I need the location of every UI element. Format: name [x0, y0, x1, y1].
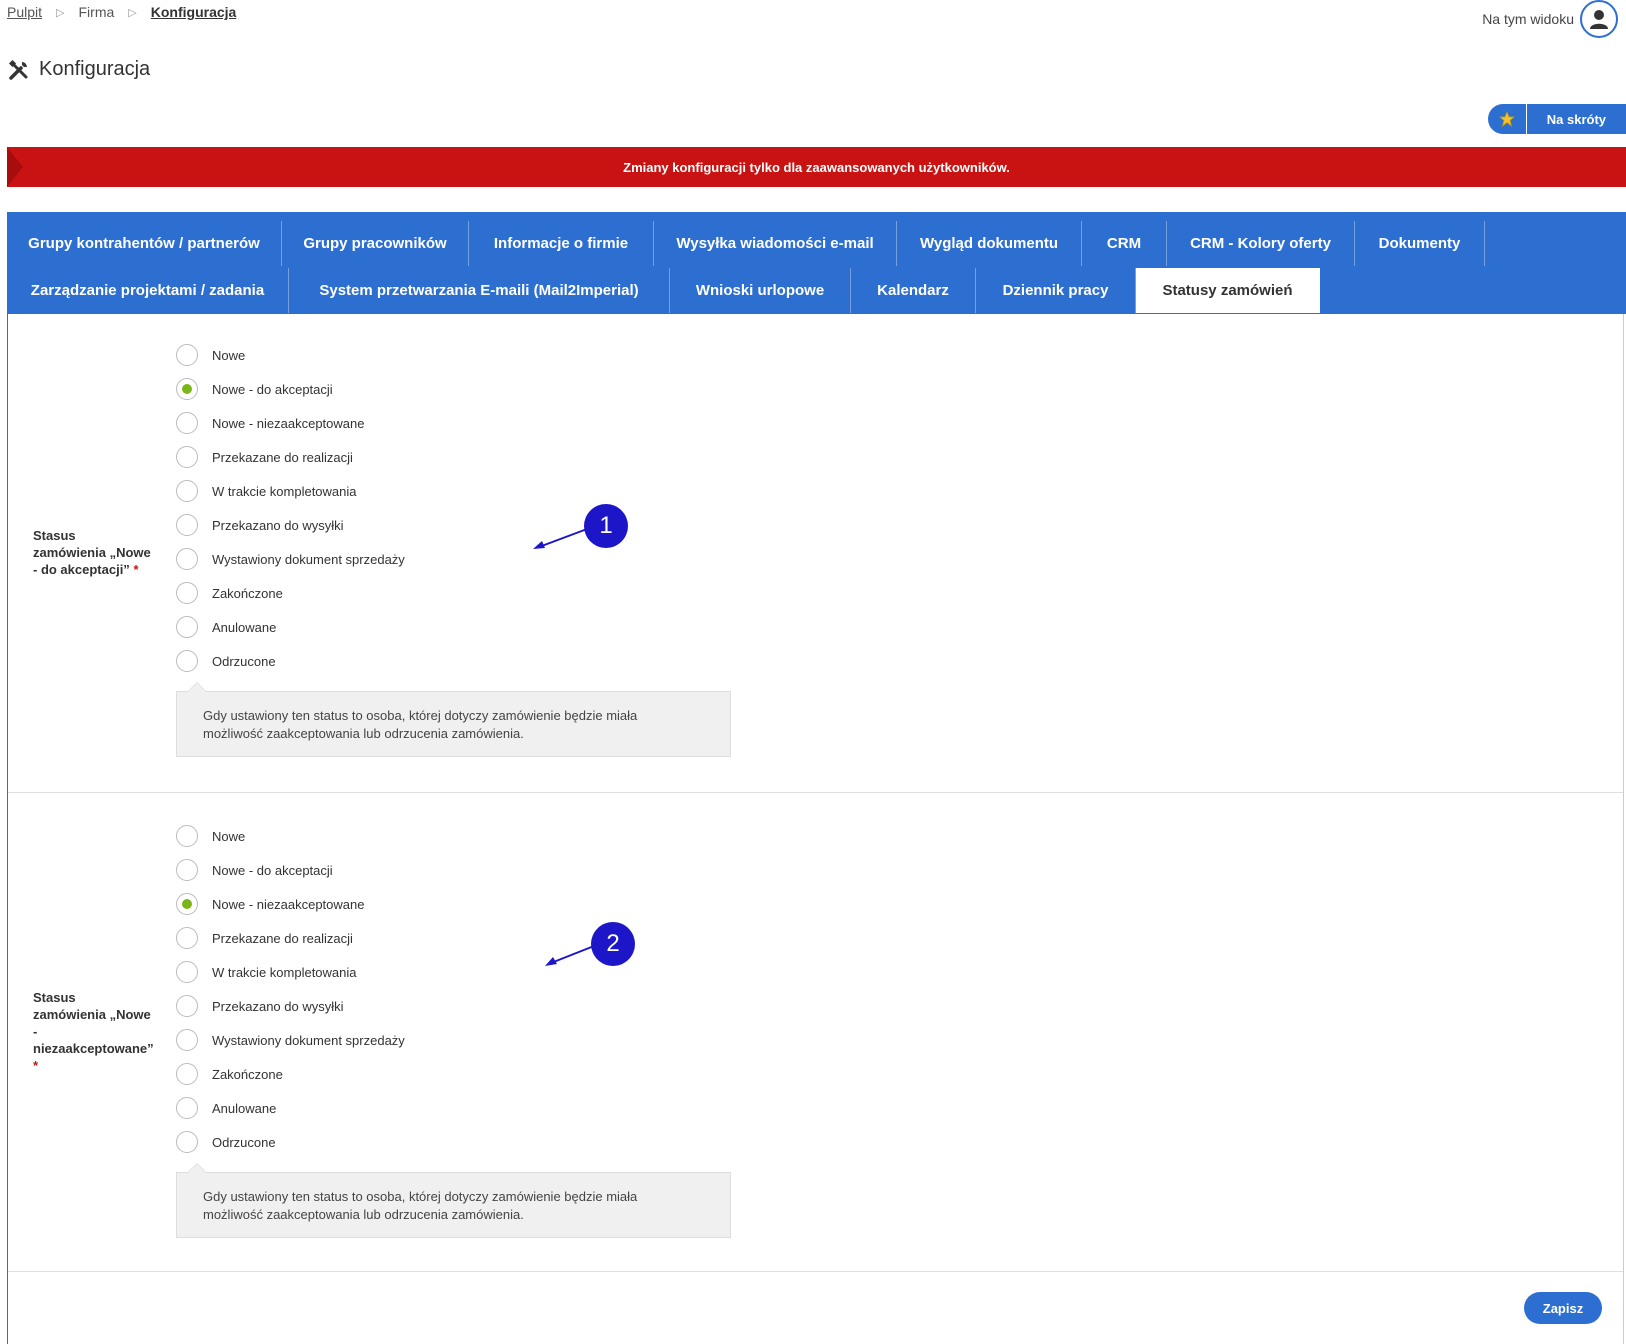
- radio-button[interactable]: [176, 1097, 198, 1119]
- radio-button[interactable]: [176, 1029, 198, 1051]
- page-title: Konfiguracja: [8, 58, 150, 81]
- shortcut-label[interactable]: Na skróty: [1527, 112, 1626, 127]
- section-status-nowe-do-akceptacji: Stasus zamówienia „Nowe - do akceptacji”…: [8, 314, 1623, 793]
- radio-button[interactable]: [176, 616, 198, 638]
- required-marker: *: [33, 1058, 39, 1073]
- tab-dziennik-pracy[interactable]: Dziennik pracy: [976, 268, 1136, 313]
- tab-crm-kolory-oferty[interactable]: CRM - Kolory oferty: [1167, 221, 1355, 266]
- radio-button[interactable]: [176, 1063, 198, 1085]
- radio-button[interactable]: [176, 859, 198, 881]
- radio-button[interactable]: [176, 480, 198, 502]
- warning-banner: Zmiany konfiguracji tylko dla zaawansowa…: [7, 147, 1626, 187]
- view-label: Na tym widoku: [1482, 11, 1574, 27]
- tab-dokumenty[interactable]: Dokumenty: [1355, 221, 1485, 266]
- radio-button[interactable]: [176, 1131, 198, 1153]
- tab-crm[interactable]: CRM: [1082, 221, 1167, 266]
- radio-button[interactable]: [176, 446, 198, 468]
- radio-option[interactable]: Nowe - niezaakceptowane: [176, 406, 405, 440]
- status-radio-group: Nowe Nowe - do akceptacji Nowe - niezaak…: [176, 338, 405, 678]
- warning-text: Zmiany konfiguracji tylko dla zaawansowa…: [623, 159, 1010, 175]
- radio-option[interactable]: Przekazane do realizacji: [176, 921, 405, 955]
- radio-button[interactable]: [176, 582, 198, 604]
- breadcrumb: Pulpit ▷ Firma ▷ Konfiguracja: [7, 4, 236, 20]
- radio-option[interactable]: Zakończone: [176, 1057, 405, 1091]
- status-radio-group: Nowe Nowe - do akceptacji Nowe - niezaak…: [176, 819, 405, 1159]
- radio-button[interactable]: [176, 650, 198, 672]
- section-status-nowe-niezaakceptowane: Stasus zamówienia „Nowe - niezaakceptowa…: [8, 793, 1623, 1272]
- star-icon[interactable]: [1488, 104, 1527, 134]
- view-info: Na tym widoku: [1482, 0, 1618, 38]
- tab-kalendarz[interactable]: Kalendarz: [851, 268, 976, 313]
- tools-icon: [8, 59, 28, 80]
- tab-row-1: Grupy kontrahentów / partnerów Grupy pra…: [7, 221, 1485, 266]
- tab-grupy-pracownikow[interactable]: Grupy pracowników: [282, 221, 469, 266]
- tab-row-2: Zarządzanie projektami / zadania System …: [7, 268, 1320, 313]
- radio-option[interactable]: Anulowane: [176, 1091, 405, 1125]
- banner-flag-icon: [7, 147, 23, 187]
- tab-wyglad-dokumentu[interactable]: Wygląd dokumentu: [897, 221, 1082, 266]
- breadcrumb-current: Konfiguracja: [150, 4, 237, 20]
- field-label: Stasus zamówienia „Nowe - do akceptacji”…: [33, 528, 151, 577]
- tab-grupy-kontrahentow[interactable]: Grupy kontrahentów / partnerów: [7, 221, 282, 266]
- radio-option[interactable]: Anulowane: [176, 610, 405, 644]
- tab-statusy-zamowien[interactable]: Statusy zamówień: [1136, 268, 1320, 313]
- radio-option[interactable]: Nowe - do akceptacji: [176, 372, 405, 406]
- tab-system-przetwarzania-emaili[interactable]: System przetwarzania E-maili (Mail2Imper…: [289, 268, 670, 313]
- annotation-arrow-icon: [533, 528, 588, 549]
- radio-option[interactable]: W trakcie kompletowania: [176, 955, 405, 989]
- radio-option[interactable]: Odrzucone: [176, 644, 405, 678]
- user-avatar-icon[interactable]: [1580, 0, 1618, 38]
- radio-button[interactable]: [176, 514, 198, 536]
- field-label: Stasus zamówienia „Nowe - niezaakceptowa…: [33, 989, 158, 1074]
- radio-option[interactable]: Nowe - niezaakceptowane: [176, 887, 405, 921]
- breadcrumb-item-firma[interactable]: Firma: [79, 4, 115, 20]
- breadcrumb-separator-icon: ▷: [128, 6, 137, 19]
- hint-box: Gdy ustawiony ten status to osoba, które…: [176, 682, 731, 757]
- radio-option[interactable]: Wystawiony dokument sprzedaży: [176, 1023, 405, 1057]
- radio-button[interactable]: [176, 412, 198, 434]
- radio-button[interactable]: [176, 961, 198, 983]
- radio-option[interactable]: Wystawiony dokument sprzedaży: [176, 542, 405, 576]
- tab-informacje-o-firmie[interactable]: Informacje o firmie: [469, 221, 654, 266]
- radio-option[interactable]: Nowe: [176, 338, 405, 372]
- radio-button[interactable]: [176, 344, 198, 366]
- required-marker: *: [133, 562, 139, 577]
- tab-zarzadzanie-projektami[interactable]: Zarządzanie projektami / zadania: [7, 268, 289, 313]
- radio-button[interactable]: [176, 548, 198, 570]
- page-title-text: Konfiguracja: [39, 58, 151, 80]
- radio-option[interactable]: Nowe: [176, 819, 405, 853]
- config-tabs: Grupy kontrahentów / partnerów Grupy pra…: [7, 212, 1626, 314]
- hint-box: Gdy ustawiony ten status to osoba, które…: [176, 1163, 731, 1238]
- radio-button[interactable]: [176, 825, 198, 847]
- tab-wysylka-email[interactable]: Wysyłka wiadomości e-mail: [654, 221, 897, 266]
- radio-option[interactable]: Zakończone: [176, 576, 405, 610]
- radio-option[interactable]: Przekazano do wysyłki: [176, 508, 405, 542]
- radio-button-checked[interactable]: [176, 378, 198, 400]
- tab-wnioski-urlopowe[interactable]: Wnioski urlopowe: [670, 268, 851, 313]
- annotation-arrow-icon: [545, 945, 595, 966]
- annotation-marker: 2: [591, 922, 635, 966]
- radio-button[interactable]: [176, 927, 198, 949]
- shortcut-button[interactable]: Na skróty: [1487, 104, 1626, 134]
- radio-option[interactable]: Nowe - do akceptacji: [176, 853, 405, 887]
- radio-button-checked[interactable]: [176, 893, 198, 915]
- radio-option[interactable]: Przekazano do wysyłki: [176, 989, 405, 1023]
- breadcrumb-link-pulpit[interactable]: Pulpit: [7, 4, 42, 20]
- radio-option[interactable]: W trakcie kompletowania: [176, 474, 405, 508]
- annotation-marker: 1: [584, 504, 628, 548]
- radio-button[interactable]: [176, 995, 198, 1017]
- content-panel: Stasus zamówienia „Nowe - do akceptacji”…: [7, 314, 1624, 1344]
- radio-option[interactable]: Odrzucone: [176, 1125, 405, 1159]
- breadcrumb-separator-icon: ▷: [56, 6, 65, 19]
- save-button[interactable]: Zapisz: [1524, 1292, 1602, 1324]
- radio-option[interactable]: Przekazane do realizacji: [176, 440, 405, 474]
